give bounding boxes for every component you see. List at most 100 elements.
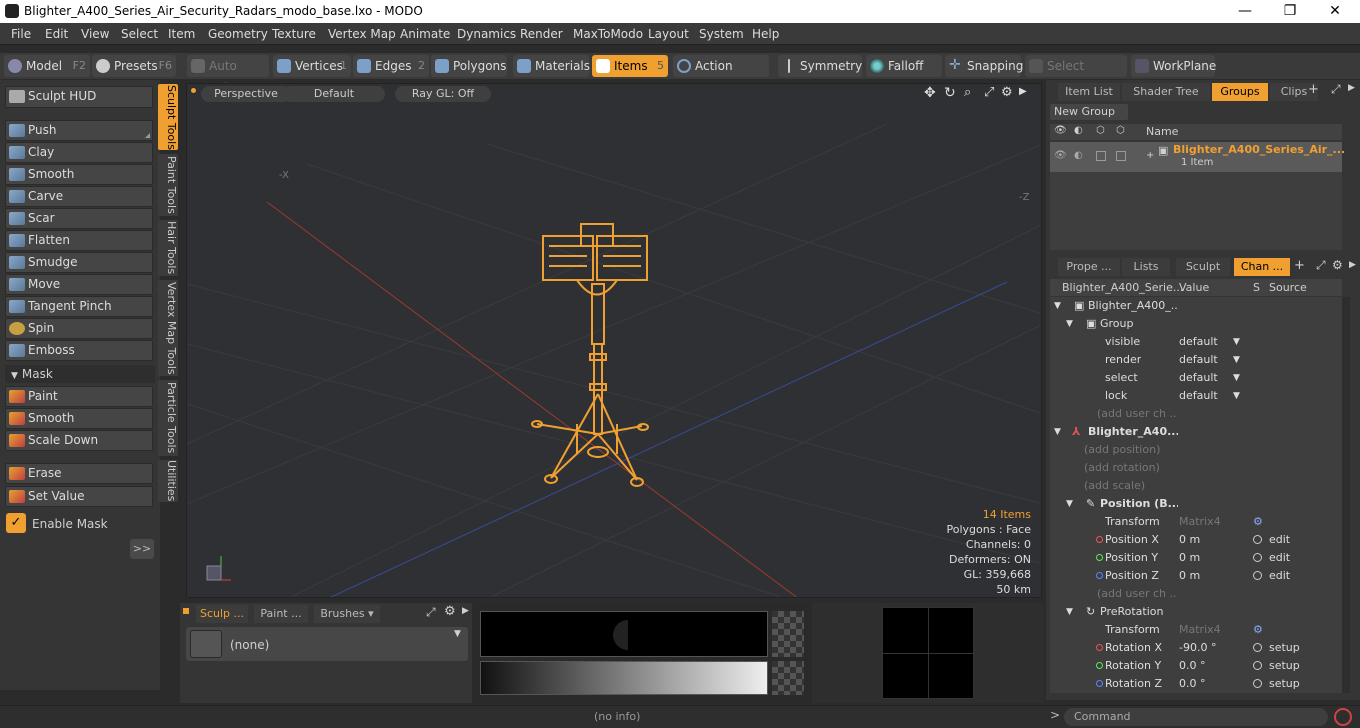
group-visibility-icon[interactable]: 👁 [1054, 150, 1067, 161]
dropdown-arrow-icon[interactable]: ▼ [1233, 369, 1240, 387]
menu-vertex-map[interactable]: Vertex Map [328, 27, 396, 41]
minimize-button[interactable]: — [1222, 1, 1268, 23]
presets-button[interactable]: Presets F6 [92, 55, 176, 77]
color-preview-grid[interactable] [882, 607, 975, 700]
transform-link-icon[interactable]: ⚙ [1253, 621, 1263, 639]
group-render-icon[interactable]: ◐ [1074, 150, 1083, 161]
menu-file[interactable]: File [11, 27, 31, 41]
panel-expand-icon[interactable]: ⤢ [426, 605, 436, 620]
menu-view[interactable]: View [81, 27, 109, 41]
render-icon[interactable]: ◐ [1074, 125, 1083, 136]
menu-dynamics[interactable]: Dynamics [457, 27, 516, 41]
channel-row-mesh[interactable]: ▼ ⅄ Blighter_A40... [1050, 423, 1342, 441]
state-indicator[interactable] [1253, 553, 1262, 562]
state-indicator[interactable] [1253, 571, 1262, 580]
group-lock-box[interactable] [1096, 151, 1106, 161]
expand-icon[interactable]: + [1146, 150, 1154, 161]
state-indicator[interactable] [1253, 661, 1262, 670]
menu-edit[interactable]: Edit [45, 27, 68, 41]
tab-hair-tools[interactable]: Hair Tools [158, 220, 178, 276]
channel-row-render[interactable]: render default ▼ [1050, 351, 1342, 369]
menu-texture[interactable]: Texture [272, 27, 316, 41]
maximize-view-icon[interactable]: ⤢ [984, 85, 994, 100]
tool-smudge[interactable]: Smudge [5, 252, 153, 273]
menu-animate[interactable]: Animate [400, 27, 450, 41]
tab-sculpt[interactable]: Sculpt [1176, 258, 1230, 276]
channel-row-add-user[interactable]: (add user ch ... [1050, 405, 1342, 423]
items-button[interactable]: Items 5 [592, 55, 668, 77]
channel-row-add-rotation[interactable]: (add rotation) [1050, 459, 1342, 477]
stencil-preview[interactable] [480, 611, 768, 657]
menu-geometry[interactable]: Geometry [208, 27, 268, 41]
tool-tangent-pinch[interactable]: Tangent Pinch [5, 296, 153, 317]
view-perspective-dropdown[interactable]: Perspective [201, 86, 291, 102]
tab-properties[interactable]: Prope ... [1058, 258, 1120, 276]
channel-row-position-x[interactable]: Position X0 m edit [1050, 531, 1342, 549]
channels-scrollbar[interactable] [1342, 297, 1350, 693]
transform-link-icon[interactable]: ⚙ [1253, 513, 1263, 531]
tool-clay[interactable]: Clay [5, 142, 153, 163]
polygons-button[interactable]: Polygons [431, 55, 507, 77]
3d-viewport[interactable]: -X -Z Perspective Default Ray GL: Off ✥ … [186, 83, 1042, 598]
menu-render[interactable]: Render [520, 27, 563, 41]
panel-expand-icon[interactable]: ⤢ [1331, 82, 1341, 97]
tool-flatten[interactable]: Flatten [5, 230, 153, 251]
viewport-settings-icon[interactable]: ⚙ [1001, 85, 1013, 100]
select-through-button[interactable]: Select Through [1025, 55, 1127, 95]
tab-sculpt-presets[interactable]: Sculp ... [196, 605, 248, 623]
pan-icon[interactable]: ✥ [924, 85, 936, 101]
channel-row-position-z[interactable]: Position Z0 m edit [1050, 567, 1342, 585]
tool-carve[interactable]: Carve [5, 186, 153, 207]
menu-maxtomodo[interactable]: MaxToModo [573, 27, 643, 41]
tab-channels[interactable]: Chan ... [1234, 258, 1290, 276]
channel-row-visible[interactable]: visible default ▼ [1050, 333, 1342, 351]
zoom-icon[interactable]: ⌕ [964, 85, 971, 100]
panel-menu-arrow-icon[interactable]: ▶ [1348, 83, 1355, 93]
tab-particle-tools[interactable]: Particle Tools [158, 380, 178, 456]
menu-layout[interactable]: Layout [648, 27, 689, 41]
channel-row-add-user-2[interactable]: (add user ch ... [1050, 585, 1342, 603]
add-tab-icon[interactable]: + [1294, 258, 1305, 273]
mask-section-header[interactable]: ▼ Mask [5, 365, 155, 383]
tool-push[interactable]: Push [5, 120, 153, 141]
tab-paint-presets[interactable]: Paint ... [254, 605, 308, 623]
edges-button[interactable]: Edges 2 [353, 55, 429, 77]
tool-scar[interactable]: Scar [5, 208, 153, 229]
rotate-icon[interactable]: ↻ [944, 85, 956, 101]
tab-sculpt-tools[interactable]: Sculpt Tools [158, 84, 178, 150]
tab-groups[interactable]: Groups [1212, 83, 1268, 101]
state-indicator[interactable] [1253, 643, 1262, 652]
channel-row-transform-2[interactable]: Transform Matrix4 ⚙ [1050, 621, 1342, 639]
panel-menu-arrow-icon[interactable]: ▶ [462, 606, 469, 616]
menu-select[interactable]: Select [121, 27, 158, 41]
auto-select-button[interactable]: Auto Select [187, 55, 269, 95]
panel-settings-icon[interactable]: ⚙ [444, 604, 456, 619]
group-row[interactable]: 👁 ◐ + ▣ Blighter_A400_Series_Air_... 1 I… [1050, 142, 1345, 172]
vertices-button[interactable]: Vertices 1 [273, 55, 351, 77]
channel-row-add-position[interactable]: (add position) [1050, 441, 1342, 459]
falloff-gradient-preview[interactable] [480, 661, 768, 695]
dropdown-arrow-icon[interactable]: ▼ [1233, 351, 1240, 369]
menu-system[interactable]: System [699, 27, 744, 41]
enable-mask-checkbox[interactable]: ✓ [6, 513, 26, 533]
tool-smooth[interactable]: Smooth [5, 164, 153, 185]
tool-spin[interactable]: Spin [5, 318, 153, 339]
tab-paint-tools[interactable]: Paint Tools [158, 154, 178, 216]
tab-item-list[interactable]: Item List [1058, 83, 1120, 101]
mask-erase[interactable]: Erase [5, 463, 153, 484]
command-input[interactable]: Command [1064, 708, 1328, 726]
new-group-button[interactable]: New Group [1050, 104, 1128, 120]
materials-button[interactable]: Materials [513, 55, 590, 77]
state-indicator[interactable] [1253, 535, 1262, 544]
channel-row-rotation-z[interactable]: Rotation Z 0.0 ° setup [1050, 675, 1342, 693]
mask-paint[interactable]: Paint [5, 386, 153, 407]
select-cube-icon[interactable]: ⬡ [1116, 125, 1125, 136]
viewport-menu-arrow-icon[interactable]: ▶ [1019, 86, 1027, 97]
more-button[interactable]: >> [130, 539, 154, 559]
visibility-eye-icon[interactable]: 👁 [1054, 125, 1067, 136]
panel-menu-arrow-icon[interactable]: ▶ [1349, 260, 1356, 270]
tab-brushes[interactable]: Brushes ▾ [314, 605, 380, 623]
add-tab-icon[interactable]: + [1308, 82, 1319, 97]
channel-row-rotation-x[interactable]: Rotation X -90.0 ° setup [1050, 639, 1342, 657]
action-center-button[interactable]: Action Center [673, 55, 769, 95]
